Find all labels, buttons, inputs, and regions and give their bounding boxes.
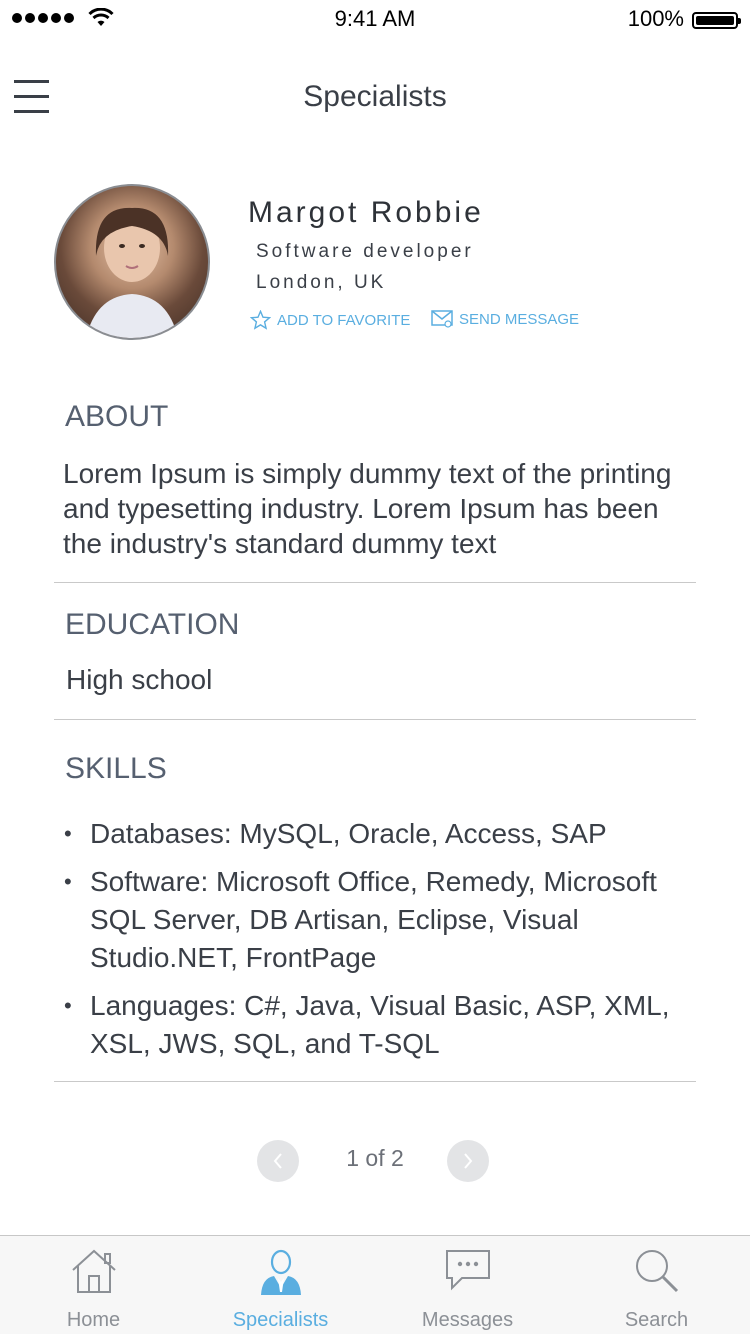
about-heading: ABOUT — [65, 400, 169, 433]
divider — [54, 1081, 696, 1082]
tab-messages-label: Messages — [421, 1309, 514, 1331]
tab-home[interactable]: Home — [0, 1236, 187, 1335]
tab-bar: Home Specialists Messages Search — [0, 1235, 750, 1334]
page-title: Specialists — [303, 80, 447, 113]
add-to-favorite-label: ADD TO FAVORITE — [277, 311, 411, 329]
battery-icon — [692, 12, 741, 29]
add-to-favorite-button[interactable]: ADD TO FAVORITE — [250, 310, 410, 330]
skill-item: Languages: C#, Java, Visual Basic, ASP, … — [64, 987, 704, 1063]
status-bar: 9:41 AM 100% — [0, 0, 750, 40]
tab-search[interactable]: Search — [563, 1236, 750, 1335]
divider — [54, 719, 696, 720]
chevron-right-icon — [464, 1153, 473, 1169]
tab-search-label: Search — [624, 1309, 689, 1331]
page-indicator: 1 of 2 — [346, 1145, 404, 1171]
skill-item: Software: Microsoft Office, Remedy, Micr… — [64, 863, 704, 977]
tab-home-label: Home — [66, 1309, 121, 1331]
profile-location: London, UK — [256, 272, 387, 293]
tab-specialists[interactable]: Specialists — [187, 1236, 374, 1335]
star-icon — [250, 310, 271, 330]
tab-messages[interactable]: Messages — [374, 1236, 561, 1335]
specialist-icon — [260, 1249, 301, 1295]
next-page-button[interactable] — [447, 1140, 489, 1182]
send-message-button[interactable]: SEND MESSAGE — [431, 310, 579, 328]
skill-item: Databases: MySQL, Oracle, Access, SAP — [64, 815, 704, 853]
envelope-icon — [431, 310, 453, 328]
home-icon — [71, 1249, 116, 1293]
avatar — [54, 184, 210, 340]
tab-specialists-label: Specialists — [232, 1309, 329, 1331]
education-value: High school — [66, 664, 213, 695]
battery-percent: 100% — [627, 6, 684, 31]
about-text: Lorem Ipsum is simply dummy text of the … — [63, 458, 672, 559]
skills-heading: SKILLS — [65, 752, 167, 785]
chat-bubble-icon — [445, 1250, 490, 1291]
skills-list: Databases: MySQL, Oracle, Access, SAP So… — [64, 815, 704, 1073]
education-heading: EDUCATION — [65, 608, 240, 641]
search-icon — [635, 1250, 678, 1293]
divider — [54, 582, 696, 583]
send-message-label: SEND MESSAGE — [459, 310, 580, 328]
profile-role: Software developer — [256, 241, 474, 262]
profile-name: Margot Robbie — [248, 196, 484, 229]
